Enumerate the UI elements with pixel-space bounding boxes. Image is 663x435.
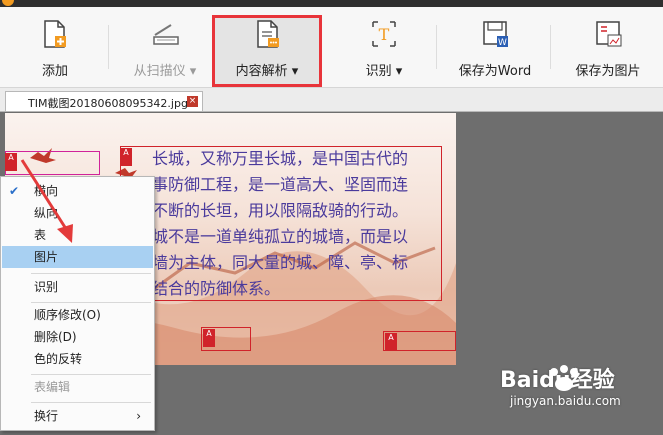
add-button[interactable]: 添加 [20, 7, 90, 87]
ocr-line: 墙为主体，同大量的城、障、亭、标 [152, 253, 409, 272]
scanner-icon [153, 24, 179, 45]
add-file-icon [44, 20, 66, 48]
menu-item-recognize[interactable]: 识别 [2, 276, 153, 298]
scan-button[interactable]: 从扫描仪 ▾ [122, 7, 208, 87]
menu-separator [31, 302, 151, 303]
menu-item-table-edit: 表编辑 [34, 380, 71, 394]
menu-separator [31, 273, 151, 274]
content-parse-button[interactable]: 内容解析 ▾ [214, 7, 320, 87]
menu-item-image[interactable]: 图片 [2, 246, 153, 268]
ocr-line: 不断的长垣，用以限隔敌骑的行动。 [152, 201, 409, 220]
separator [108, 25, 109, 69]
tab-bar: TIM截图20180608095342.jpg × [0, 88, 663, 112]
paw-icon [550, 365, 578, 391]
ocr-line: 结合的防御体系。 [152, 279, 281, 298]
text-region-icon[interactable]: A [385, 333, 397, 351]
menu-separator [31, 374, 151, 375]
menu-item-delete[interactable]: 删除(D) [2, 326, 153, 348]
ocr-line: 事防御工程，是一道高大、坚固而连 [152, 175, 409, 194]
text-region-icon[interactable]: A [5, 153, 17, 171]
separator [550, 25, 551, 69]
baidu-watermark: Baidu经验 jingyan.baidu.com [500, 362, 621, 408]
app-logo [2, 0, 14, 6]
ocr-line: 长城，又称万里长城，是中国古代的 [152, 149, 409, 168]
toolbar: 添加 从扫描仪 ▾ 内容解析 ▾ T 识别 ▾ W 保存为Word 保存为图片 [0, 7, 663, 88]
add-label: 添加 [41, 64, 68, 79]
document-tab[interactable]: TIM截图20180608095342.jpg × [5, 91, 203, 111]
checkmark-icon: ✔ [9, 184, 20, 198]
save-as-image-button[interactable]: 保存为图片 [558, 7, 658, 87]
ocr-text-block: 长城，又称万里长城，是中国古代的 事防御工程，是一道高大、坚固而连 不断的长垣，… [152, 146, 452, 302]
content-parse-label: 内容解析 ▾ [235, 64, 299, 79]
document-parse-icon [257, 20, 279, 48]
menu-item-horizontal[interactable]: ✔ 横向 [2, 180, 153, 202]
menu-item-table[interactable]: 表 [2, 224, 153, 246]
text-recognize-icon: T [372, 21, 396, 47]
save-image-label: 保存为图片 [575, 64, 641, 79]
menu-item-vertical[interactable]: 纵向 [2, 202, 153, 224]
save-image-icon [596, 21, 622, 47]
tab-filename: TIM截图20180608095342.jpg [28, 97, 188, 110]
text-region-icon[interactable]: A [203, 329, 215, 347]
context-menu: ✔ 横向 纵向 表 图片 识别 顺序修改(O) 删除(D) 色的反转 表编辑 换… [0, 176, 155, 431]
close-tab-icon[interactable]: × [187, 96, 198, 107]
save-word-icon: W [483, 21, 508, 48]
menu-item-line-break[interactable]: 换行 › [2, 405, 153, 427]
menu-item-invert-color[interactable]: 色的反转 [2, 348, 153, 370]
svg-text:W: W [498, 38, 507, 48]
submenu-arrow-icon: › [136, 409, 141, 423]
text-region-icon[interactable]: A [120, 148, 132, 166]
save-word-label: 保存为Word [458, 64, 532, 79]
save-as-word-button[interactable]: W 保存为Word [444, 7, 546, 87]
watermark-url: jingyan.baidu.com [510, 394, 621, 408]
menu-item-reorder[interactable]: 顺序修改(O) [2, 304, 153, 326]
title-bar [0, 0, 663, 7]
menu-separator [31, 402, 151, 403]
recognize-label: 识别 ▾ [365, 64, 403, 79]
separator [436, 25, 437, 69]
svg-text:T: T [379, 25, 390, 44]
scan-label: 从扫描仪 ▾ [133, 64, 197, 79]
ocr-line: 城不是一道单纯孤立的城墙，而是以 [152, 227, 409, 246]
recognize-button[interactable]: T 识别 ▾ [344, 7, 424, 87]
region-box[interactable] [5, 151, 100, 175]
